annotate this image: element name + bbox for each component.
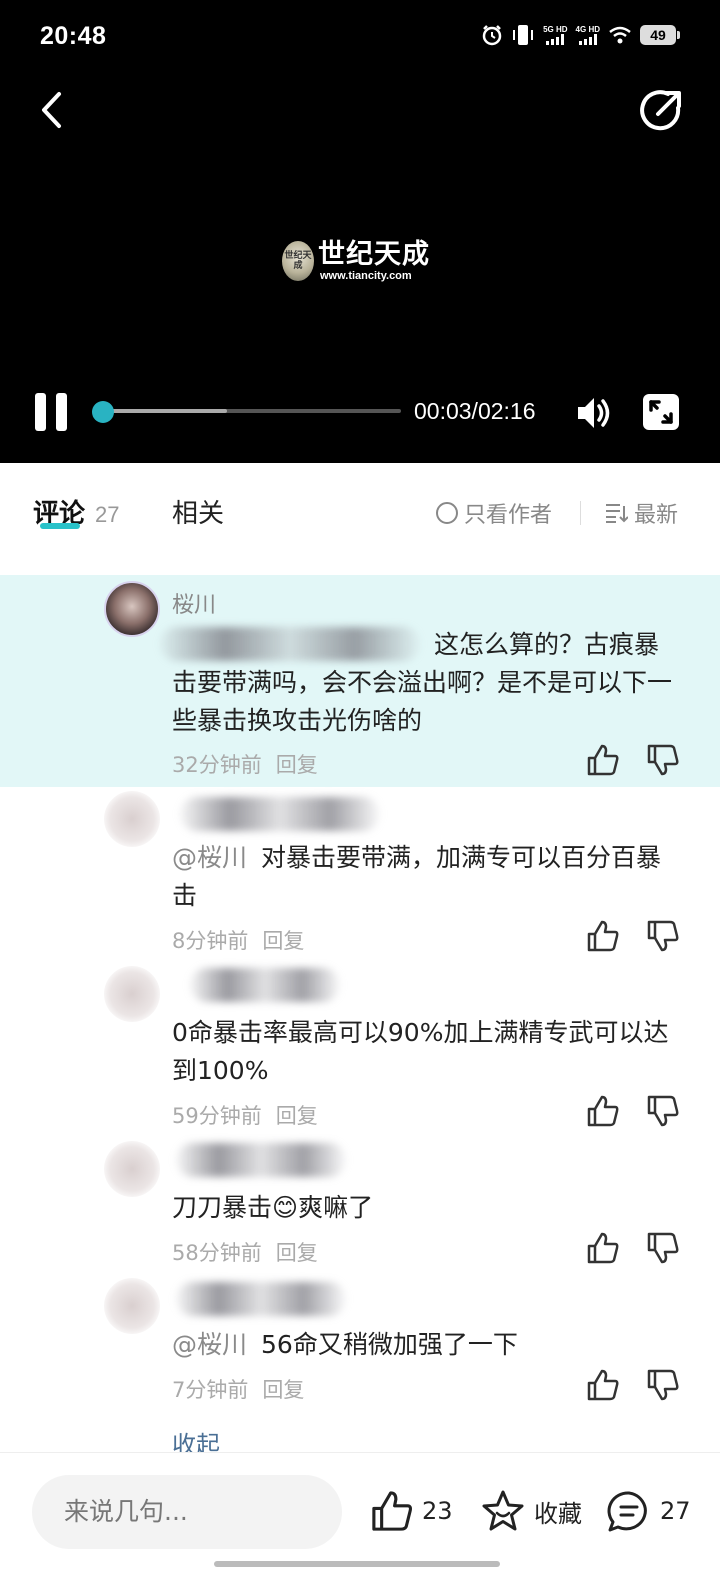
comments-button[interactable]: 27 xyxy=(606,1489,691,1533)
home-indicator[interactable] xyxy=(214,1561,500,1567)
tab-divider xyxy=(580,501,581,525)
status-time: 20:48 xyxy=(40,22,107,50)
video-player[interactable]: 20:48 5G HD 4G HD 49 世纪天成 世纪天成 www.tianc… xyxy=(0,0,720,463)
comment-time: 59分钟前 xyxy=(172,1104,262,1128)
alarm-icon xyxy=(482,25,502,46)
comment-time: 32分钟前 xyxy=(172,753,262,777)
redacted-username xyxy=(176,1282,346,1316)
video-controls: 00:03/02:16 xyxy=(0,388,720,438)
reply-button[interactable]: 回复 xyxy=(276,1237,318,1267)
comment-item: 0命暴击率最高可以90%加上满精专武可以达到100% 59分钟前 回复 xyxy=(0,962,720,1137)
comment-input[interactable]: 来说几句... xyxy=(32,1475,342,1549)
comment-mention[interactable]: @桜川 xyxy=(172,1330,247,1359)
avatar[interactable] xyxy=(104,1141,160,1197)
redacted-username xyxy=(180,797,380,831)
sort-latest-label: 最新 xyxy=(634,503,679,528)
radio-ring-icon xyxy=(436,502,458,524)
dislike-icon[interactable] xyxy=(646,1231,680,1265)
battery-icon: 49 xyxy=(640,25,680,45)
signal-5g-icon: 5G HD xyxy=(543,25,568,45)
active-tab-indicator xyxy=(40,523,80,529)
like-icon[interactable] xyxy=(586,919,620,953)
comment-time: 58分钟前 xyxy=(172,1241,262,1265)
comment-text: 刀刀暴击😊爽嘛了 xyxy=(172,1193,374,1222)
comment-text: @桜川 56命又稍微加强了一下 xyxy=(172,1330,518,1359)
bottom-action-bar: 来说几句... 23 收藏 27 xyxy=(0,1452,720,1584)
comment-time: 8分钟前 xyxy=(172,929,249,953)
wifi-icon xyxy=(609,26,631,44)
comment-count: 27 xyxy=(660,1497,691,1525)
author-only-label: 只看作者 xyxy=(464,503,553,528)
comment-text: 0命暴击率最高可以90%加上满精专武可以达到100% xyxy=(172,1018,669,1085)
dislike-icon[interactable] xyxy=(646,1368,680,1402)
comment-bubble-icon xyxy=(607,1491,647,1532)
collapse-replies-link[interactable]: 收起 xyxy=(172,1425,220,1455)
redacted-username xyxy=(190,968,340,1002)
fullscreen-icon[interactable] xyxy=(642,393,680,431)
comment-meta: 8分钟前 回复 xyxy=(172,925,304,955)
reply-button[interactable]: 回复 xyxy=(262,925,304,955)
comment-meta: 32分钟前 回复 xyxy=(172,749,318,779)
like-icon[interactable] xyxy=(586,1094,620,1128)
like-icon[interactable] xyxy=(586,743,620,777)
favorite-button[interactable]: 收藏 xyxy=(480,1489,582,1533)
avatar[interactable] xyxy=(104,1278,160,1334)
comment-meta: 59分钟前 回复 xyxy=(172,1100,318,1130)
comment-meta: 58分钟前 回复 xyxy=(172,1237,318,1267)
sort-list-icon xyxy=(606,504,628,523)
avatar[interactable] xyxy=(104,581,160,637)
video-watermark-logo: 世纪天成 世纪天成 www.tiancity.com xyxy=(282,240,430,282)
pause-icon[interactable] xyxy=(33,393,69,431)
comment-item: @桜川 对暴击要带满，加满专可以百分百暴击 8分钟前 回复 xyxy=(0,787,720,962)
comment-time: 7分钟前 xyxy=(172,1378,249,1402)
dislike-icon[interactable] xyxy=(646,919,680,953)
share-icon[interactable] xyxy=(638,88,684,134)
comment-list[interactable]: 桜川 这怎么算的？古痕暴击要带满吗，会不会溢出啊？是不是可以下一些暴击换攻击光伤… xyxy=(0,555,720,1455)
content-tabs: 评论 27 相关 只看作者 最新 xyxy=(0,463,720,555)
comment-item: 刀刀暴击😊爽嘛了 58分钟前 回复 xyxy=(0,1137,720,1274)
back-arrow-icon[interactable] xyxy=(34,90,74,130)
avatar[interactable] xyxy=(104,966,160,1022)
comment-meta: 7分钟前 回复 xyxy=(172,1374,304,1404)
comment-item: 桜川 这怎么算的？古痕暴击要带满吗，会不会溢出啊？是不是可以下一些暴击换攻击光伤… xyxy=(0,575,720,787)
time-readout: 00:03/02:16 xyxy=(414,398,536,424)
progress-buffered xyxy=(96,409,228,413)
dislike-icon[interactable] xyxy=(646,743,680,777)
status-icons: 5G HD 4G HD 49 xyxy=(481,24,680,46)
star-icon xyxy=(482,1490,524,1531)
comment-item: @桜川 56命又稍微加强了一下 7分钟前 回复 xyxy=(0,1274,720,1414)
comment-mention[interactable]: @桜川 xyxy=(172,843,247,872)
smile-emoji-icon: 😊 xyxy=(272,1193,299,1222)
redacted-username xyxy=(176,1143,346,1177)
comment-text: @桜川 对暴击要带满，加满专可以百分百暴击 xyxy=(172,843,662,910)
reply-button[interactable]: 回复 xyxy=(276,749,318,779)
dislike-icon[interactable] xyxy=(646,1094,680,1128)
signal-4g-icon: 4G HD xyxy=(576,25,600,45)
sort-latest-button[interactable]: 最新 xyxy=(604,497,678,529)
status-bar: 20:48 5G HD 4G HD 49 xyxy=(0,0,720,76)
progress-knob[interactable] xyxy=(92,401,114,423)
volume-icon[interactable] xyxy=(574,393,614,433)
reply-button[interactable]: 回复 xyxy=(262,1374,304,1404)
tab-comments-count: 27 xyxy=(95,502,120,527)
vibrate-icon xyxy=(513,25,534,45)
like-icon[interactable] xyxy=(586,1231,620,1265)
author-only-toggle[interactable]: 只看作者 xyxy=(436,497,552,529)
comment-text: 这怎么算的？古痕暴击要带满吗，会不会溢出啊？是不是可以下一些暴击换攻击光伤啥的 xyxy=(172,630,673,735)
like-count: 23 xyxy=(422,1497,453,1525)
logo-url: www.tiancity.com xyxy=(320,270,412,282)
favorite-label: 收藏 xyxy=(534,1499,582,1528)
like-icon[interactable] xyxy=(586,1368,620,1402)
avatar[interactable] xyxy=(104,791,160,847)
logo-title: 世纪天成 xyxy=(318,239,430,270)
thumbs-up-icon xyxy=(372,1491,412,1531)
progress-track[interactable] xyxy=(96,409,401,413)
tab-related[interactable]: 相关 xyxy=(172,493,224,530)
comment-username[interactable]: 桜川 xyxy=(172,587,216,619)
like-button[interactable]: 23 xyxy=(370,1489,453,1533)
logo-badge: 世纪天成 xyxy=(282,241,314,281)
reply-button[interactable]: 回复 xyxy=(276,1100,318,1130)
